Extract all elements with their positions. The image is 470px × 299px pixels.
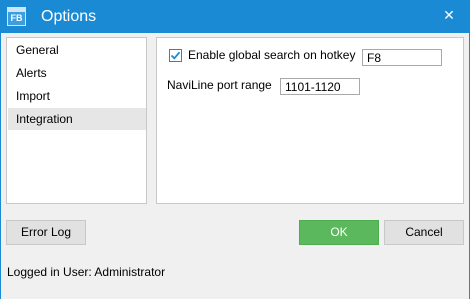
integration-settings-panel: Enable global search on hotkey NaviLine … [156,37,464,204]
sidebar-item-integration[interactable]: Integration [8,108,146,130]
cancel-button[interactable]: Cancel [384,220,464,245]
app-icon: FB [7,7,26,26]
window-title: Options [41,8,97,25]
title-bar: FB Options ✕ [0,0,470,33]
error-log-button[interactable]: Error Log [6,220,86,245]
sidebar-item-alerts[interactable]: Alerts [8,62,146,84]
sidebar-item-general[interactable]: General [8,39,146,61]
ok-button[interactable]: OK [299,220,379,245]
close-icon[interactable]: ✕ [442,8,456,22]
naviline-port-label: NaviLine port range [167,78,272,92]
global-search-checkbox[interactable] [169,49,182,62]
app-icon-text: FB [10,13,23,23]
options-category-list: General Alerts Import Integration [6,37,147,204]
logged-in-user-status: Logged in User: Administrator [7,265,166,279]
naviline-port-input[interactable] [280,78,360,95]
sidebar-item-import[interactable]: Import [8,85,146,107]
window-border-left [0,33,1,299]
global-search-label: Enable global search on hotkey [188,48,356,62]
checkmark-icon [170,51,181,60]
hotkey-input[interactable] [362,49,442,66]
